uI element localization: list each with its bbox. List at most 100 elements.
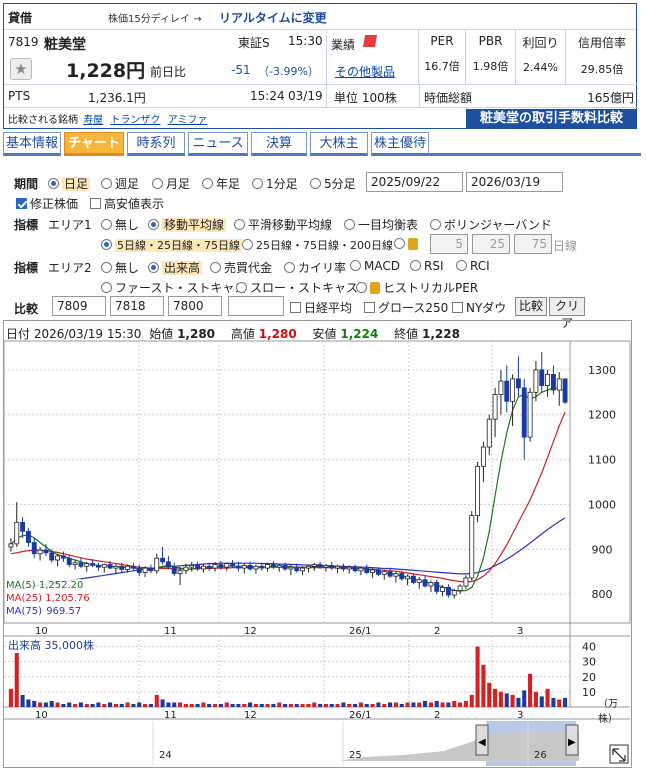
date-from-input[interactable]: 2025/09/22 (366, 172, 463, 192)
volume-bar (49, 700, 54, 707)
nikkei-check[interactable]: 日経平均 (290, 299, 352, 316)
candle-body (440, 586, 446, 592)
highlow-check[interactable]: 高安値表示 (90, 195, 164, 212)
area2-fast-stoch[interactable]: ファースト・ストキャス (101, 279, 246, 296)
ma-set-25-75-200[interactable]: 25日線・75日線・200日線 (242, 237, 393, 253)
area2-rsi[interactable]: RSI (410, 259, 444, 273)
ma-custom-3[interactable]: 75 (514, 234, 552, 254)
period-yearly[interactable]: 年足 (202, 175, 240, 192)
tab-timeseries[interactable]: 時系列 (127, 132, 185, 156)
period-5min[interactable]: 5分足 (310, 175, 356, 192)
trading-unit: 単位 100株 (334, 91, 397, 105)
stock-chart[interactable]: 10 10 11 11 12 12 26/1 26/1 2 2 3 3 800 900 1000 1100 12… (3, 320, 632, 768)
volume-bar (259, 703, 264, 707)
volume-bar (440, 702, 445, 707)
sector-area: 業績 その他製品 (327, 30, 419, 84)
candle-body (498, 380, 504, 395)
candle-body (527, 391, 533, 438)
metric-per: PER 16.7倍 (419, 30, 466, 84)
area2-deviation[interactable]: カイリ率 (284, 259, 346, 276)
candle-body (352, 566, 358, 572)
period-weekly[interactable]: 週足 (101, 175, 139, 192)
pts-date: 03/19 (288, 89, 323, 103)
lock-icon (408, 238, 418, 250)
candle-body (230, 563, 236, 567)
area1-smoothed-ma[interactable]: 平滑移動平均線 (234, 216, 332, 233)
area2-volume[interactable]: 出来高 (148, 259, 203, 276)
candle-body (101, 564, 107, 568)
area2-macd[interactable]: MACD (350, 259, 400, 273)
candle-body (492, 394, 498, 420)
realtime-link[interactable]: リアルタイムに変更 (219, 9, 327, 26)
ma5-legend: MA(5) 1,252.20 (6, 580, 84, 591)
compare-link-1[interactable]: 寿屋 (83, 115, 103, 126)
area2-turnover[interactable]: 売買代金 (210, 259, 272, 276)
candle-body (562, 378, 568, 403)
tab-chart[interactable]: チャート (64, 132, 124, 156)
tab-shareholders[interactable]: 大株主 (310, 132, 368, 156)
candle-body (270, 564, 276, 568)
candle-body (78, 562, 84, 567)
area1-none[interactable]: 無し (101, 216, 139, 233)
star-icon[interactable]: ★ (10, 58, 32, 80)
x-tick-label: 3 (517, 626, 523, 637)
volume-bar (172, 702, 177, 707)
ma-set-5-25-75[interactable]: 5日線・25日線・75日線 (101, 237, 242, 253)
candle-body (358, 567, 364, 572)
clear-button[interactable]: クリア (549, 297, 585, 330)
compare-code-1[interactable]: 7809 (52, 296, 106, 316)
area1-bollinger[interactable]: ボリンジャーバンド (430, 216, 552, 233)
tab-earnings[interactable]: 決算 (251, 132, 307, 156)
fee-compare-banner[interactable]: 粧美堂の取引手数料比較 (466, 109, 637, 128)
vol-x-tick-label: 3 (517, 710, 523, 721)
mcap-value: 165億円 (587, 91, 634, 105)
tab-news[interactable]: ニュース (188, 132, 248, 156)
area2-rci[interactable]: RCI (456, 259, 490, 273)
compare-link-3[interactable]: アミファ (168, 115, 208, 126)
area1-moving-average[interactable]: 移動平均線 (148, 216, 227, 233)
volume-bar (236, 703, 241, 707)
candle-body (422, 579, 428, 587)
candle-body (405, 575, 411, 580)
x-tick-label: 26/1 (349, 626, 371, 637)
growth250-check[interactable]: グロース250 (364, 299, 448, 316)
area1-ichimoku[interactable]: 一目均衡表 (344, 216, 418, 233)
area2-historical-per[interactable]: ヒストリカルPER (356, 279, 478, 296)
candle-body (515, 378, 521, 389)
compare-code-2[interactable]: 7818 (110, 296, 164, 316)
volume-bar (277, 702, 282, 707)
candle-body (434, 582, 440, 592)
chart-svg[interactable]: 10 10 11 11 12 12 26/1 26/1 2 2 3 3 800 900 1000 1100 12… (4, 321, 631, 767)
area2-none[interactable]: 無し (101, 259, 139, 276)
volume-bar (90, 703, 95, 707)
date-to-input[interactable]: 2026/03/19 (466, 172, 563, 192)
candle-body (206, 565, 212, 569)
tab-benefits[interactable]: 株主優待 (371, 132, 429, 156)
sector-link[interactable]: その他製品 (335, 63, 395, 80)
candle-body (510, 378, 516, 402)
adjusted-price-check[interactable]: 修正株価 (16, 195, 78, 212)
candle-body (556, 378, 562, 391)
candle-body (160, 557, 166, 563)
ma-custom-radio[interactable] (394, 237, 421, 251)
area2-slow-stoch[interactable]: スロー・ストキャス (236, 279, 358, 296)
period-daily[interactable]: 日足 (48, 175, 91, 192)
compare-button[interactable]: 比較 (515, 297, 547, 316)
ma-custom-1[interactable]: 5 (430, 234, 468, 254)
ma-custom-2[interactable]: 25 (472, 234, 510, 254)
volume-bar (38, 702, 43, 707)
mcap-row: 時価総額 165億円 (419, 85, 638, 107)
volume-bar (353, 703, 358, 707)
candle-body (428, 582, 434, 587)
candle-body (95, 564, 101, 568)
candle-body (31, 542, 37, 555)
volume-bar (428, 702, 433, 707)
nydow-check[interactable]: NYダウ (452, 299, 506, 316)
loan-tag: 貸借 (8, 11, 33, 25)
tab-basic-info[interactable]: 基本情報 (3, 132, 61, 156)
period-monthly[interactable]: 月足 (152, 175, 190, 192)
compare-link-2[interactable]: トランザク (110, 115, 160, 126)
period-1min[interactable]: 1分足 (252, 175, 298, 192)
compare-code-3[interactable]: 7800 (168, 296, 222, 316)
compare-code-4[interactable] (228, 296, 284, 316)
